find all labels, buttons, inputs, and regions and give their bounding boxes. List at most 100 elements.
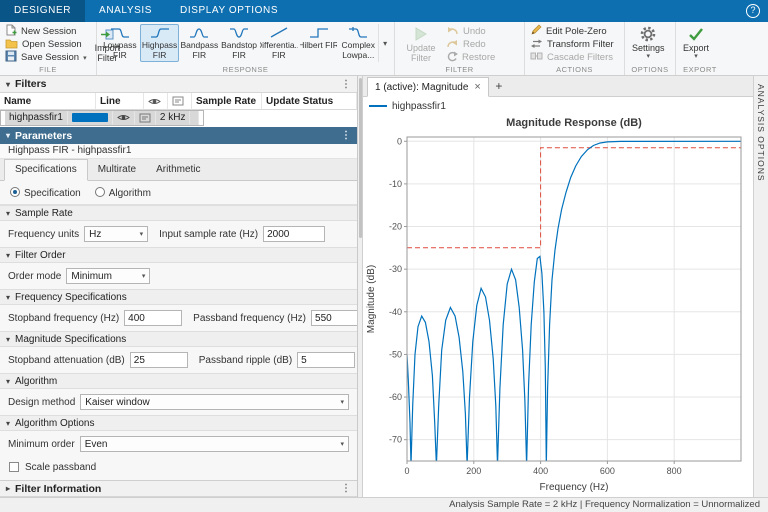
ribbon-group-actions: Edit Pole-Zero Transform Filter Cascade … xyxy=(525,22,625,75)
parameters-panel-header[interactable]: ▾ Parameters ⋮ xyxy=(0,127,357,144)
new-session-button[interactable]: New Session xyxy=(3,24,89,38)
stopband-frequency-field[interactable] xyxy=(124,310,183,326)
filter-information-menu-icon[interactable]: ⋮ xyxy=(341,483,351,494)
annotation-column-icon xyxy=(168,93,192,110)
response-complex-lowpass-button[interactable]: Complex Lowpa... xyxy=(338,24,378,62)
filter-information-header[interactable]: ▸ Filter Information ⋮ xyxy=(0,480,357,497)
tab-designer[interactable]: DESIGNER xyxy=(0,0,86,22)
input-sample-rate-field[interactable] xyxy=(263,226,326,242)
section-algorithm-options[interactable]: ▾ Algorithm Options xyxy=(0,415,357,431)
magnitude-figure-tab[interactable]: 1 (active): Magnitude × xyxy=(367,77,489,97)
update-filter-button[interactable]: Update Filter xyxy=(398,24,444,64)
response-lowpass-fir-button[interactable]: Lowpass FIR xyxy=(100,24,140,62)
settings-dropdown-icon: ▾ xyxy=(646,53,651,60)
section-filter-order[interactable]: ▾ Filter Order xyxy=(0,247,357,263)
tab-display-options[interactable]: DISPLAY OPTIONS xyxy=(166,0,292,22)
response-bandstop-fir-button[interactable]: Bandstop FIR xyxy=(219,24,259,62)
tab-analysis[interactable]: ANALYSIS xyxy=(85,0,166,22)
parameters-menu-icon[interactable]: ⋮ xyxy=(341,130,351,141)
export-button[interactable]: Export ▾ xyxy=(679,24,713,61)
bandpass-response-icon xyxy=(189,25,209,40)
ribbon-group-response: Lowpass FIR Highpass FIR Bandpass FIR Ba… xyxy=(97,22,395,75)
tab-multirate[interactable]: Multirate xyxy=(88,160,146,180)
save-session-dropdown-icon[interactable]: ▾ xyxy=(83,54,87,62)
scale-passband-row: Scale passband xyxy=(0,457,357,477)
section-magnitude-specifications[interactable]: ▾ Magnitude Specifications xyxy=(0,331,357,347)
figure-tab-bar: 1 (active): Magnitude × + xyxy=(363,76,753,97)
expand-icon: ▸ xyxy=(6,484,11,493)
current-filter-subtitle: Highpass FIR - highpassfir1 xyxy=(0,144,357,159)
order-mode-select[interactable]: Minimum ▾ xyxy=(66,268,151,284)
passband-frequency-field[interactable] xyxy=(311,310,357,326)
undo-button[interactable]: Undo xyxy=(444,25,497,38)
line-color-swatch[interactable] xyxy=(71,113,108,122)
response-differentiator-fir-button[interactable]: Differentia... FIR xyxy=(259,24,299,62)
plot-panel: 1 (active): Magnitude × + highpassfir1 0… xyxy=(363,76,753,497)
design-mode-radios: Specification Algorithm xyxy=(0,181,357,205)
section-frequency-specifications[interactable]: ▾ Frequency Specifications xyxy=(0,289,357,305)
svg-text:400: 400 xyxy=(533,466,548,476)
filters-panel-header[interactable]: ▾ Filters ⋮ xyxy=(0,76,357,93)
scrollbar-thumb[interactable] xyxy=(359,78,362,238)
tab-specifications[interactable]: Specifications xyxy=(4,159,88,181)
collapse-icon: ▾ xyxy=(6,131,11,140)
visibility-column-eye-icon xyxy=(144,93,168,110)
filter-update-status-cell xyxy=(190,111,200,125)
ribbon-group-filter: Update Filter Undo Redo Restore FILTER xyxy=(395,22,525,75)
status-text: Analysis Sample Rate = 2 kHz | Frequency… xyxy=(449,499,760,510)
ribbon: New Session Open Session Save Session ▾ … xyxy=(0,22,768,76)
filter-annotation-icon[interactable] xyxy=(134,111,156,125)
design-method-select[interactable]: Kaiser window ▾ xyxy=(80,394,349,410)
restore-button[interactable]: Restore xyxy=(444,51,497,64)
frequency-units-select[interactable]: Hz ▾ xyxy=(84,226,149,242)
filter-row-highpassfir1[interactable]: highpassfir1 2 kHz xyxy=(0,110,205,126)
response-highpass-fir-button[interactable]: Highpass FIR xyxy=(139,24,180,62)
collapse-icon: ▾ xyxy=(6,292,11,302)
section-sample-rate[interactable]: ▾ Sample Rate xyxy=(0,205,357,221)
hilbert-response-icon xyxy=(309,25,329,40)
legend-line-sample xyxy=(369,105,387,107)
cascade-filters-button[interactable]: Cascade Filters xyxy=(528,51,616,64)
highpass-response-icon xyxy=(150,25,170,40)
magnitude-response-chart[interactable]: 0 200 400 600 800 0 -10 -20 -30 -40 -50 -60 -70 Magni… xyxy=(363,113,753,497)
filters-menu-icon[interactable]: ⋮ xyxy=(341,79,351,90)
response-gallery-expand-button[interactable]: ▾ xyxy=(378,24,391,62)
analysis-options-strip[interactable]: ANALYSIS OPTIONS xyxy=(753,76,768,497)
stopband-attenuation-field[interactable] xyxy=(129,352,188,368)
specification-radio[interactable]: Specification xyxy=(10,186,81,199)
scale-passband-checkbox[interactable] xyxy=(9,462,19,472)
filter-name-cell[interactable]: highpassfir1 xyxy=(5,111,68,125)
algorithm-controls: Design method Kaiser window ▾ xyxy=(0,389,357,415)
help-icon[interactable]: ? xyxy=(746,4,760,18)
chevron-down-icon: ▾ xyxy=(340,399,344,406)
filter-visibility-eye-icon[interactable] xyxy=(112,111,135,125)
save-disk-icon xyxy=(5,50,17,65)
frequency-specs-controls: Stopband frequency (Hz) Passband frequen… xyxy=(0,305,357,331)
new-figure-tab-button[interactable]: + xyxy=(489,76,509,96)
transform-filter-button[interactable]: Transform Filter xyxy=(528,38,616,51)
analysis-options-label: ANALYSIS OPTIONS xyxy=(756,84,766,182)
design-mask-line xyxy=(407,147,741,249)
section-algorithm[interactable]: ▾ Algorithm xyxy=(0,373,357,389)
close-tab-icon[interactable]: × xyxy=(474,81,480,93)
response-bandpass-fir-button[interactable]: Bandpass FIR xyxy=(179,24,219,62)
passband-ripple-field[interactable] xyxy=(297,352,356,368)
save-session-button[interactable]: Save Session ▾ xyxy=(3,50,89,65)
response-hilbert-fir-button[interactable]: Hilbert FIR xyxy=(299,24,339,62)
algorithm-radio[interactable]: Algorithm xyxy=(94,186,151,199)
svg-text:800: 800 xyxy=(667,466,682,476)
edit-pole-zero-button[interactable]: Edit Pole-Zero xyxy=(528,24,616,38)
ribbon-group-file: New Session Open Session Save Session ▾ … xyxy=(0,22,120,75)
minimum-order-select[interactable]: Even ▾ xyxy=(79,436,349,452)
svg-text:200: 200 xyxy=(466,466,481,476)
tab-arithmetic[interactable]: Arithmetic xyxy=(146,160,210,180)
filters-table-header: Name Line Sample Rate Update Status xyxy=(0,93,357,110)
column-name: Name xyxy=(0,93,96,110)
svg-text:0: 0 xyxy=(404,466,409,476)
collapse-icon: ▾ xyxy=(6,250,11,260)
chevron-down-icon: ▾ xyxy=(340,441,344,448)
settings-button[interactable]: Settings ▾ xyxy=(628,24,669,61)
filter-line-cell[interactable] xyxy=(67,111,113,125)
svg-text:-60: -60 xyxy=(389,392,402,402)
redo-button[interactable]: Redo xyxy=(444,38,497,51)
